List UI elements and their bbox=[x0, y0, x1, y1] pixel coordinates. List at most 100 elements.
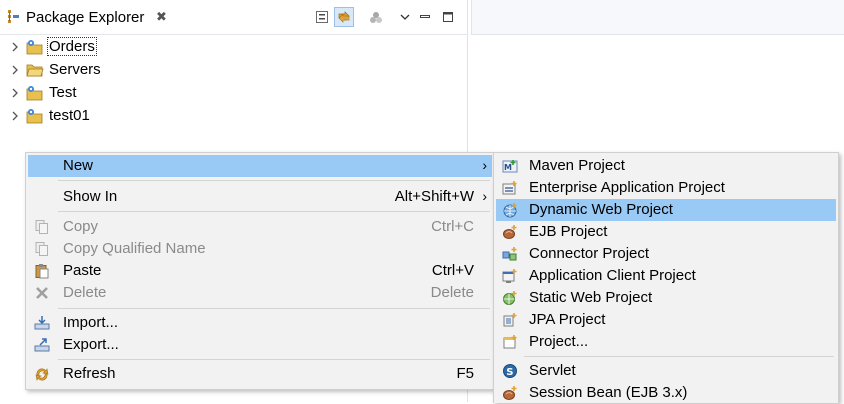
menu-item-label: EJB Project bbox=[529, 223, 608, 240]
submenu-item-session-bean[interactable]: Session Bean (EJB 3.x) bbox=[496, 382, 836, 404]
menu-item-export[interactable]: Export... bbox=[28, 334, 492, 356]
menu-item-label: Dynamic Web Project bbox=[529, 201, 673, 218]
minimize-button[interactable] bbox=[415, 7, 435, 27]
chevron-right-icon[interactable] bbox=[10, 40, 20, 54]
view-menu-button[interactable] bbox=[395, 7, 415, 27]
chevron-right-icon[interactable] bbox=[10, 109, 20, 123]
submenu-item-connector-project[interactable]: Connector Project bbox=[496, 243, 836, 265]
focus-task-icon bbox=[370, 12, 382, 23]
menu-item-show-in[interactable]: Show In Alt+Shift+W › bbox=[28, 186, 492, 208]
application-client-icon bbox=[502, 269, 517, 283]
menu-separator bbox=[58, 211, 490, 212]
menu-item-label: Maven Project bbox=[529, 157, 625, 174]
collapse-all-icon bbox=[316, 11, 328, 23]
new-submenu: M Maven Project Enterprise Application P… bbox=[493, 152, 839, 403]
tree-item-test01[interactable]: test01 bbox=[0, 105, 300, 127]
svg-text:S: S bbox=[506, 367, 513, 378]
menu-item-label: Application Client Project bbox=[529, 267, 696, 284]
dynamic-web-project-icon bbox=[503, 203, 517, 218]
project-icon bbox=[26, 109, 43, 124]
menu-shortcut: Delete bbox=[430, 284, 474, 301]
tree-item-label: test01 bbox=[49, 107, 90, 124]
menu-item-label: Servlet bbox=[529, 362, 576, 379]
tree-item-orders[interactable]: Orders bbox=[0, 36, 300, 58]
menu-item-copy[interactable]: Copy Ctrl+C bbox=[28, 216, 492, 238]
maven-project-icon: M bbox=[502, 160, 518, 173]
view-title: Package Explorer bbox=[26, 9, 145, 26]
focus-on-task-button[interactable] bbox=[366, 7, 386, 27]
new-project-icon bbox=[503, 335, 517, 349]
menu-item-label: Delete bbox=[63, 284, 107, 301]
link-with-editor-button[interactable] bbox=[334, 7, 354, 27]
copy-qualified-name-icon bbox=[35, 242, 48, 256]
submenu-item-ejb-project[interactable]: EJB Project bbox=[496, 221, 836, 243]
menu-shortcut: F5 bbox=[456, 365, 474, 382]
menu-item-label: Import... bbox=[63, 314, 119, 331]
chevron-right-icon[interactable] bbox=[10, 86, 20, 100]
tree-item-test[interactable]: Test bbox=[0, 82, 300, 104]
view-header: Package Explorer ✖ bbox=[0, 0, 467, 35]
menu-separator bbox=[58, 359, 490, 360]
jpa-project-icon bbox=[503, 313, 517, 327]
menu-item-label: Project... bbox=[529, 333, 589, 350]
menu-item-copy-qualified-name[interactable]: Copy Qualified Name bbox=[28, 238, 492, 260]
static-web-project-icon bbox=[503, 291, 517, 305]
submenu-item-static-web-project[interactable]: Static Web Project bbox=[496, 287, 836, 309]
export-icon bbox=[34, 338, 50, 352]
menu-item-label: Enterprise Application Project bbox=[529, 179, 725, 196]
menu-item-paste[interactable]: Paste Ctrl+V bbox=[28, 260, 492, 282]
import-icon bbox=[34, 316, 50, 330]
copy-icon bbox=[35, 220, 48, 234]
refresh-icon bbox=[35, 368, 49, 381]
maximize-button[interactable] bbox=[438, 7, 458, 27]
menu-item-label: JPA Project bbox=[529, 311, 606, 328]
tree-item-label: Orders bbox=[47, 37, 97, 56]
submenu-item-project[interactable]: Project... bbox=[496, 331, 836, 353]
menu-item-label: Session Bean (EJB 3.x) bbox=[529, 384, 688, 401]
menu-separator bbox=[58, 180, 490, 181]
project-icon bbox=[26, 40, 43, 55]
maximize-icon bbox=[443, 12, 453, 22]
menu-item-delete[interactable]: Delete Delete bbox=[28, 282, 492, 304]
menu-shortcut: Ctrl+C bbox=[431, 218, 474, 235]
tree-item-label: Test bbox=[49, 84, 77, 101]
submenu-item-dynamic-web-project[interactable]: Dynamic Web Project bbox=[496, 199, 836, 221]
connector-project-icon bbox=[502, 247, 517, 261]
close-icon[interactable]: ✖ bbox=[156, 9, 167, 25]
collapse-all-button[interactable] bbox=[312, 7, 332, 27]
link-with-editor-icon bbox=[338, 11, 350, 23]
folder-icon bbox=[26, 64, 44, 77]
menu-shortcut: Ctrl+V bbox=[431, 262, 474, 279]
context-menu: New › Show In Alt+Shift+W › Copy Ctrl+C … bbox=[25, 152, 495, 390]
menu-item-refresh[interactable]: Refresh F5 bbox=[28, 363, 492, 385]
delete-icon bbox=[36, 287, 48, 299]
chevron-right-icon: › bbox=[482, 157, 487, 173]
chevron-down-icon bbox=[400, 14, 410, 20]
tree-item-servers[interactable]: Servers bbox=[0, 59, 300, 81]
enterprise-application-icon bbox=[502, 181, 517, 195]
menu-item-import[interactable]: Import... bbox=[28, 312, 492, 334]
menu-item-label: Copy bbox=[63, 218, 99, 235]
project-icon bbox=[26, 86, 43, 101]
menu-item-new[interactable]: New › bbox=[28, 155, 492, 177]
servlet-icon: S bbox=[503, 364, 517, 378]
menu-shortcut: Alt+Shift+W bbox=[394, 188, 474, 205]
menu-item-label: Paste bbox=[63, 262, 102, 279]
submenu-item-servlet[interactable]: S Servlet bbox=[496, 360, 836, 382]
menu-item-label: Copy Qualified Name bbox=[63, 240, 206, 257]
menu-item-label: Static Web Project bbox=[529, 289, 653, 306]
package-explorer-tab[interactable]: Package Explorer ✖ bbox=[0, 0, 178, 34]
minimize-icon bbox=[420, 15, 430, 18]
submenu-item-enterprise-application-project[interactable]: Enterprise Application Project bbox=[496, 177, 836, 199]
menu-separator bbox=[58, 308, 490, 309]
submenu-item-maven-project[interactable]: M Maven Project bbox=[496, 155, 836, 177]
tree-item-label: Servers bbox=[49, 61, 101, 78]
menu-item-label: New bbox=[63, 157, 94, 174]
svg-text:M: M bbox=[504, 163, 512, 172]
submenu-item-jpa-project[interactable]: JPA Project bbox=[496, 309, 836, 331]
editor-tab-bar bbox=[471, 0, 844, 35]
menu-item-label: Refresh bbox=[63, 365, 116, 382]
chevron-right-icon: › bbox=[482, 188, 487, 204]
chevron-right-icon[interactable] bbox=[10, 63, 20, 77]
submenu-item-application-client-project[interactable]: Application Client Project bbox=[496, 265, 836, 287]
